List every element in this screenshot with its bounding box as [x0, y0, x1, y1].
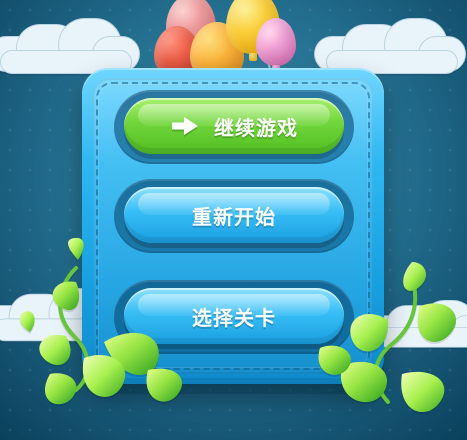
select-level-button[interactable]: 选择关卡	[124, 288, 344, 344]
select-level-label: 选择关卡	[192, 305, 276, 330]
game-menu-screen: 继续游戏 重新开始 选择关卡	[0, 0, 467, 440]
continue-game-button[interactable]: 继续游戏	[124, 98, 344, 154]
restart-button[interactable]: 重新开始	[124, 187, 344, 243]
cloud-top-right	[314, 18, 466, 74]
cloud-top-left	[0, 18, 140, 74]
select-level-button-well: 选择关卡	[114, 280, 354, 354]
continue-game-label: 继续游戏	[214, 115, 298, 140]
restart-button-well: 重新开始	[114, 179, 354, 253]
continue-button-well: 继续游戏	[114, 90, 354, 164]
menu-panel: 继续游戏 重新开始 选择关卡	[82, 68, 384, 384]
balloon-pink-small	[256, 18, 296, 66]
restart-label: 重新开始	[192, 204, 276, 229]
right-arrow-icon	[170, 113, 200, 139]
